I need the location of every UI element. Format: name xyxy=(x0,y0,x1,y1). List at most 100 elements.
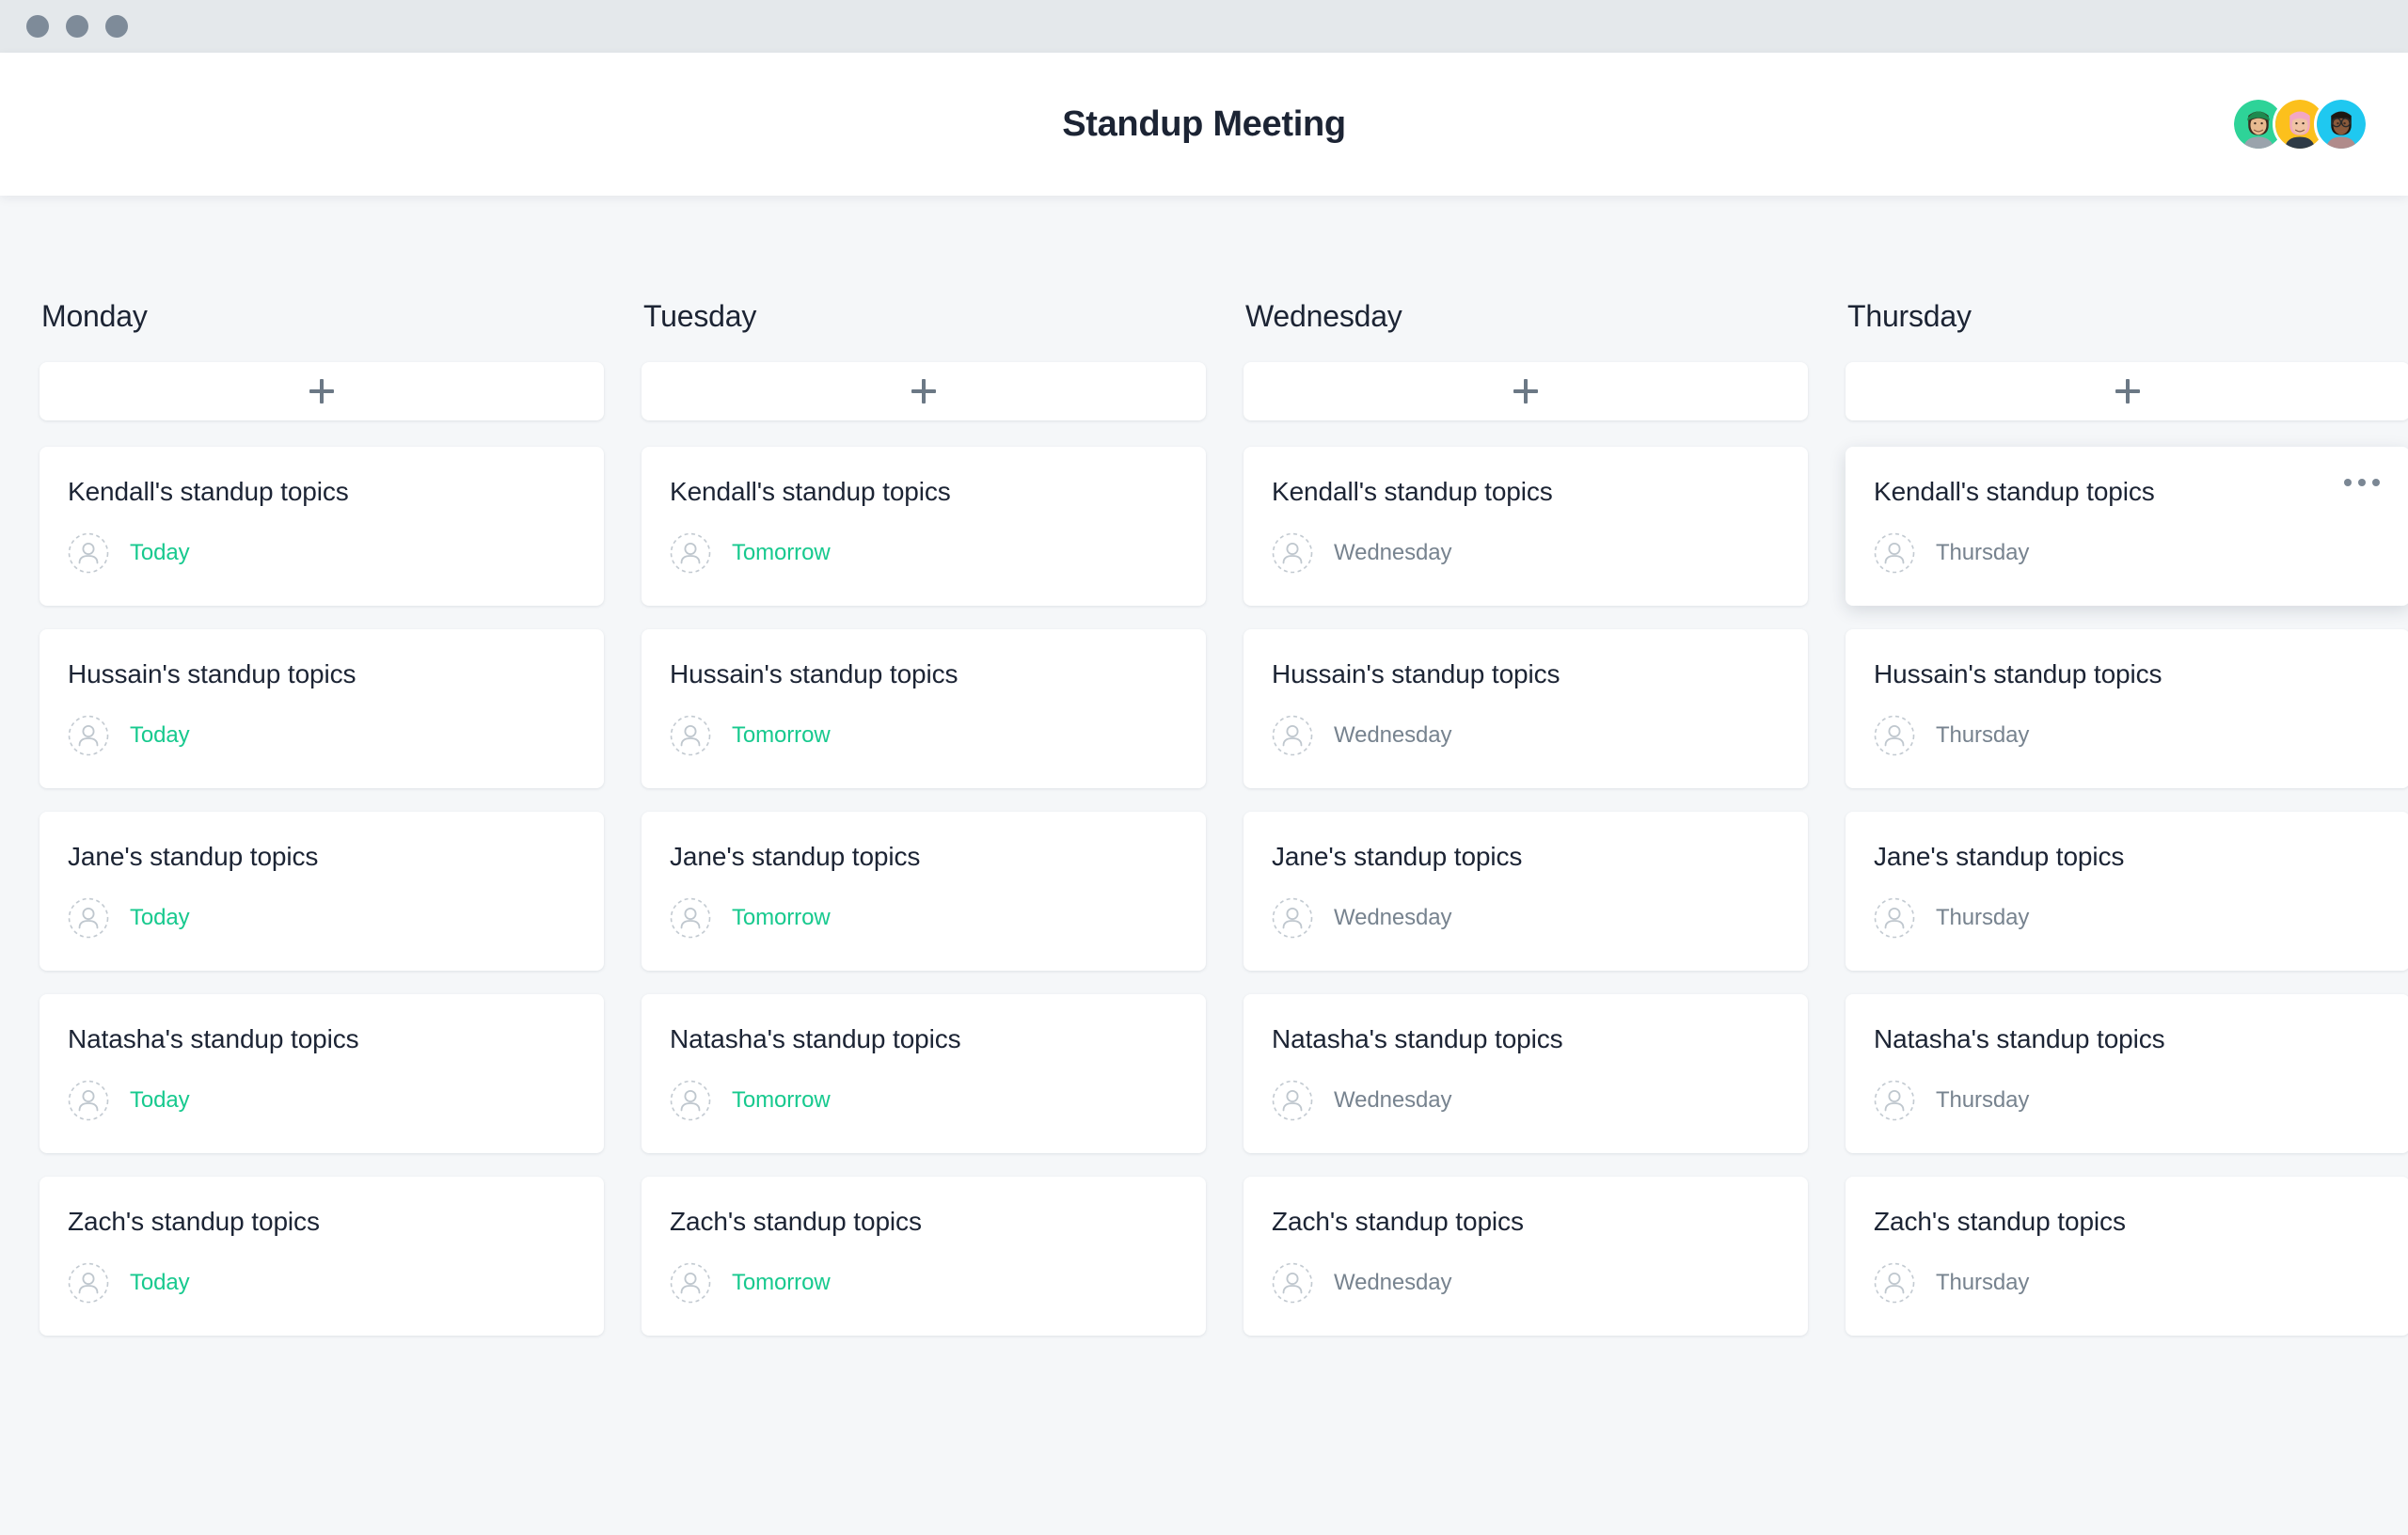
due-date-label[interactable]: Wednesday xyxy=(1334,540,1452,566)
task-card-title: Hussain's standup topics xyxy=(68,659,356,688)
due-date-label[interactable]: Tomorrow xyxy=(732,905,831,931)
due-date-label[interactable]: Tomorrow xyxy=(732,722,831,749)
task-card[interactable]: Kendall's standup topics Thursday xyxy=(1846,447,2408,606)
task-card-title: Hussain's standup topics xyxy=(1272,659,1560,688)
task-card-title: Jane's standup topics xyxy=(68,842,319,871)
add-card-button-monday[interactable] xyxy=(40,362,604,420)
column-title-tuesday: Tuesday xyxy=(643,299,757,333)
assignee-placeholder-icon[interactable] xyxy=(1272,1080,1313,1121)
board-column-wednesday: Wednesday Kendall's standup topics Wednes… xyxy=(1244,299,1808,1359)
assignee-placeholder-icon[interactable] xyxy=(68,897,109,939)
add-card-button-thursday[interactable] xyxy=(1846,362,2408,420)
task-card[interactable]: Kendall's standup topics Tomorrow xyxy=(642,447,1206,606)
task-card[interactable]: Natasha's standup topics Tomorrow xyxy=(642,994,1206,1153)
task-card-title: Kendall's standup topics xyxy=(1874,477,2155,506)
task-card-meta: Wednesday xyxy=(1272,1262,1780,1304)
due-date-label[interactable]: Tomorrow xyxy=(732,1087,831,1114)
task-card[interactable]: Natasha's standup topics Today xyxy=(40,994,604,1153)
assignee-placeholder-icon[interactable] xyxy=(68,1262,109,1304)
assignee-placeholder-icon[interactable] xyxy=(670,897,711,939)
board: Monday Kendall's standup topics Today Huss… xyxy=(0,196,2408,1535)
assignee-placeholder-icon[interactable] xyxy=(1272,1262,1313,1304)
plus-icon xyxy=(911,379,936,404)
add-card-button-tuesday[interactable] xyxy=(642,362,1206,420)
due-date-label[interactable]: Thursday xyxy=(1936,722,2029,749)
due-date-label[interactable]: Wednesday xyxy=(1334,1087,1452,1114)
task-card-title: Zach's standup topics xyxy=(1272,1207,1524,1236)
assignee-placeholder-icon[interactable] xyxy=(1874,1080,1915,1121)
task-card-meta: Thursday xyxy=(1874,532,2382,574)
due-date-label[interactable]: Wednesday xyxy=(1334,722,1452,749)
task-card-title: Natasha's standup topics xyxy=(1272,1024,1563,1053)
task-card[interactable]: Zach's standup topics Today xyxy=(40,1177,604,1336)
assignee-placeholder-icon[interactable] xyxy=(1874,1262,1915,1304)
task-card[interactable]: Natasha's standup topics Wednesday xyxy=(1244,994,1808,1153)
task-card-meta: Tomorrow xyxy=(670,1080,1178,1121)
assignee-placeholder-icon[interactable] xyxy=(68,715,109,756)
task-card[interactable]: Hussain's standup topics Wednesday xyxy=(1244,629,1808,788)
avatar-group[interactable] xyxy=(2231,97,2368,151)
close-icon[interactable] xyxy=(26,15,49,38)
due-date-label[interactable]: Today xyxy=(130,722,190,749)
due-date-label[interactable]: Tomorrow xyxy=(732,540,831,566)
task-card[interactable]: Natasha's standup topics Thursday xyxy=(1846,994,2408,1153)
assignee-placeholder-icon[interactable] xyxy=(68,1080,109,1121)
assignee-placeholder-icon[interactable] xyxy=(1874,532,1915,574)
column-title-monday: Monday xyxy=(41,299,148,333)
add-card-button-wednesday[interactable] xyxy=(1244,362,1808,420)
assignee-placeholder-icon[interactable] xyxy=(68,532,109,574)
task-card[interactable]: Hussain's standup topics Today xyxy=(40,629,604,788)
due-date-label[interactable]: Thursday xyxy=(1936,1270,2029,1296)
board-column-tuesday: Tuesday Kendall's standup topics Tomorrow… xyxy=(642,299,1206,1359)
task-card[interactable]: Zach's standup topics Wednesday xyxy=(1244,1177,1808,1336)
due-date-label[interactable]: Wednesday xyxy=(1334,905,1452,931)
assignee-placeholder-icon[interactable] xyxy=(670,1080,711,1121)
minimize-icon[interactable] xyxy=(66,15,88,38)
task-card[interactable]: Kendall's standup topics Today xyxy=(40,447,604,606)
due-date-label[interactable]: Thursday xyxy=(1936,540,2029,566)
assignee-placeholder-icon[interactable] xyxy=(670,715,711,756)
assignee-placeholder-icon[interactable] xyxy=(670,1262,711,1304)
assignee-placeholder-icon[interactable] xyxy=(1272,532,1313,574)
task-card[interactable]: Jane's standup topics Today xyxy=(40,812,604,971)
task-card[interactable]: Jane's standup topics Wednesday xyxy=(1244,812,1808,971)
due-date-label[interactable]: Thursday xyxy=(1936,1087,2029,1114)
task-card-title: Kendall's standup topics xyxy=(670,477,951,506)
assignee-placeholder-icon[interactable] xyxy=(1272,715,1313,756)
task-card-meta: Thursday xyxy=(1874,715,2382,756)
card-overflow-menu-icon[interactable] xyxy=(2338,473,2385,492)
assignee-placeholder-icon[interactable] xyxy=(670,532,711,574)
task-card-meta: Today xyxy=(68,1262,576,1304)
task-card-title: Natasha's standup topics xyxy=(68,1024,359,1053)
task-card[interactable]: Kendall's standup topics Wednesday xyxy=(1244,447,1808,606)
maximize-icon[interactable] xyxy=(105,15,128,38)
due-date-label[interactable]: Today xyxy=(130,905,190,931)
due-date-label[interactable]: Tomorrow xyxy=(732,1270,831,1296)
task-card[interactable]: Jane's standup topics Tomorrow xyxy=(642,812,1206,971)
due-date-label[interactable]: Today xyxy=(130,540,190,566)
task-card[interactable]: Zach's standup topics Tomorrow xyxy=(642,1177,1206,1336)
task-card-meta: Wednesday xyxy=(1272,1080,1780,1121)
assignee-placeholder-icon[interactable] xyxy=(1874,715,1915,756)
due-date-label[interactable]: Wednesday xyxy=(1334,1270,1452,1296)
plus-icon xyxy=(1513,379,1538,404)
app-window: Standup Meeting Monday Kendall's standup… xyxy=(0,0,2408,1535)
assignee-placeholder-icon[interactable] xyxy=(1874,897,1915,939)
task-card[interactable]: Zach's standup topics Thursday xyxy=(1846,1177,2408,1336)
task-card[interactable]: Hussain's standup topics Thursday xyxy=(1846,629,2408,788)
task-card[interactable]: Hussain's standup topics Tomorrow xyxy=(642,629,1206,788)
assignee-placeholder-icon[interactable] xyxy=(1272,897,1313,939)
due-date-label[interactable]: Thursday xyxy=(1936,905,2029,931)
due-date-label[interactable]: Today xyxy=(130,1087,190,1114)
task-card-meta: Today xyxy=(68,715,576,756)
column-title-thursday: Thursday xyxy=(1847,299,1972,333)
task-card-title: Natasha's standup topics xyxy=(1874,1024,2165,1053)
task-card[interactable]: Jane's standup topics Thursday xyxy=(1846,812,2408,971)
page-title: Standup Meeting xyxy=(1062,103,1346,144)
avatar-zach[interactable] xyxy=(2314,97,2368,151)
task-card-meta: Thursday xyxy=(1874,1080,2382,1121)
task-card-meta: Wednesday xyxy=(1272,532,1780,574)
task-card-title: Jane's standup topics xyxy=(670,842,921,871)
due-date-label[interactable]: Today xyxy=(130,1270,190,1296)
task-card-meta: Today xyxy=(68,532,576,574)
